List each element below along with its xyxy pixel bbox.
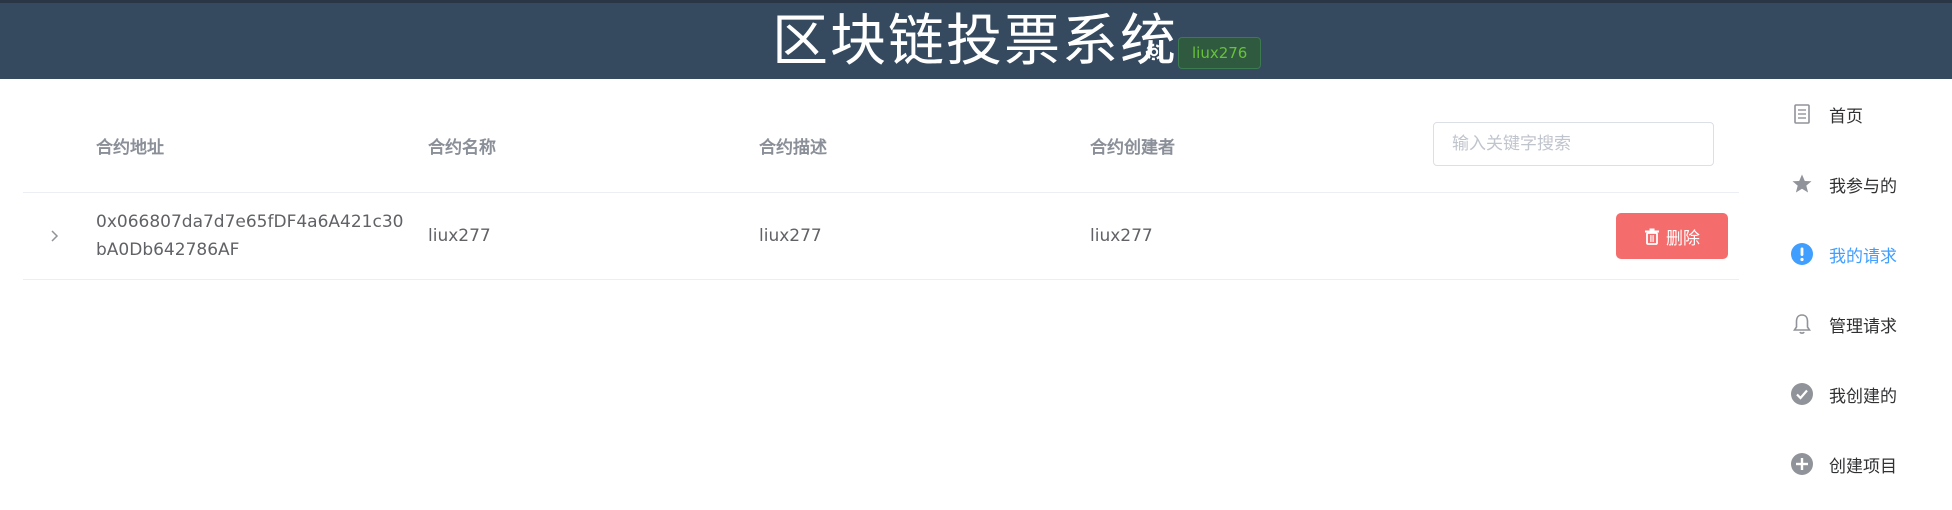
sidebar-item-my-created[interactable]: 我创建的	[1790, 374, 1950, 414]
user-badge: liux276	[1178, 37, 1262, 69]
contract-name: liux277	[428, 226, 491, 246]
column-header-description: 合约描述	[759, 138, 827, 158]
contract-address: 0x066807da7d7e65fDF4a6A421c30bA0Db642786…	[96, 212, 404, 260]
sidebar-item-label: 我的请求	[1829, 246, 1897, 267]
sidebar-item-label: 首页	[1829, 106, 1863, 127]
chevron-right-icon[interactable]	[47, 226, 63, 246]
bell-icon	[1793, 314, 1811, 334]
delete-button-label: 删除	[1666, 228, 1700, 249]
sidebar-item-my-requests[interactable]: 我的请求	[1790, 234, 1950, 274]
plus-circle-icon	[1791, 453, 1813, 475]
sidebar-item-participated[interactable]: 我参与的	[1790, 164, 1950, 204]
sidebar-item-label: 管理请求	[1829, 316, 1897, 337]
star-icon	[1792, 174, 1812, 193]
check-circle-icon	[1791, 383, 1813, 405]
sidebar-item-label: 我创建的	[1829, 386, 1897, 407]
contract-description: liux277	[759, 226, 822, 246]
trash-icon	[1645, 228, 1659, 245]
sidebar-item-label: 创建项目	[1829, 456, 1897, 477]
contract-creator: liux277	[1090, 226, 1153, 246]
column-header-address: 合约地址	[96, 138, 164, 158]
sidebar-item-home[interactable]: 首页	[1790, 94, 1950, 134]
column-header-name: 合约名称	[428, 138, 496, 158]
app-title: 区块链投票系统	[772, 9, 1178, 74]
row-divider	[23, 279, 1739, 280]
delete-button[interactable]: 删除	[1616, 213, 1728, 259]
warning-icon	[1791, 243, 1813, 265]
sidebar-item-manage-requests[interactable]: 管理请求	[1790, 304, 1950, 344]
document-icon	[1794, 104, 1810, 124]
header-divider	[23, 192, 1739, 193]
gear-icon[interactable]	[1143, 41, 1165, 63]
sidebar-item-create-project[interactable]: 创建项目	[1790, 444, 1950, 484]
sidebar-item-label: 我参与的	[1829, 176, 1897, 197]
column-header-creator: 合约创建者	[1090, 138, 1175, 158]
app-header: 区块链投票系统 liux276	[0, 3, 1952, 79]
search-input[interactable]	[1433, 122, 1714, 166]
